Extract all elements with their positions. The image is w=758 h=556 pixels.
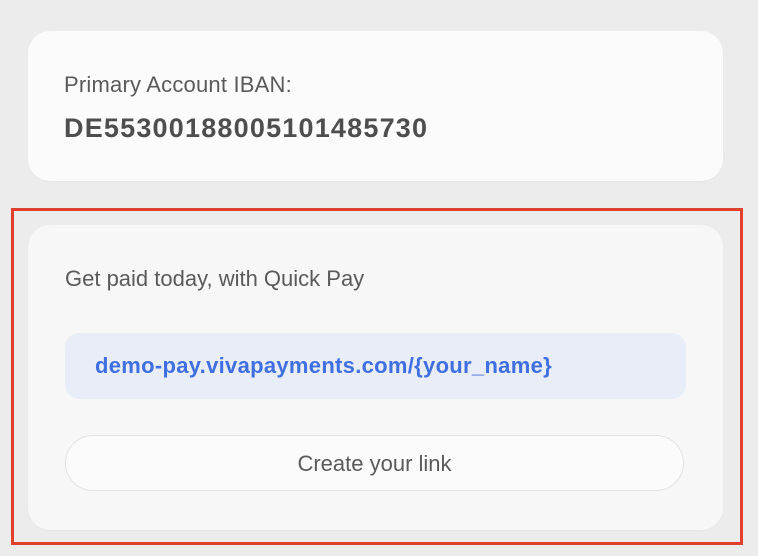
quick-pay-title: Get paid today, with Quick Pay [65, 266, 365, 291]
create-link-button[interactable]: Create your link [65, 435, 684, 491]
quick-pay-card: Get paid today, with Quick Pay demo-pay.… [28, 225, 723, 530]
iban-value: DE55300188005101485730 [64, 113, 429, 143]
iban-card: Primary Account IBAN: DE5530018800510148… [28, 31, 723, 181]
iban-label: Primary Account IBAN: [64, 72, 292, 97]
quick-pay-link-box[interactable]: demo-pay.vivapayments.com/{your_name} [65, 333, 686, 399]
quick-pay-link[interactable]: demo-pay.vivapayments.com/{your_name} [95, 353, 552, 379]
